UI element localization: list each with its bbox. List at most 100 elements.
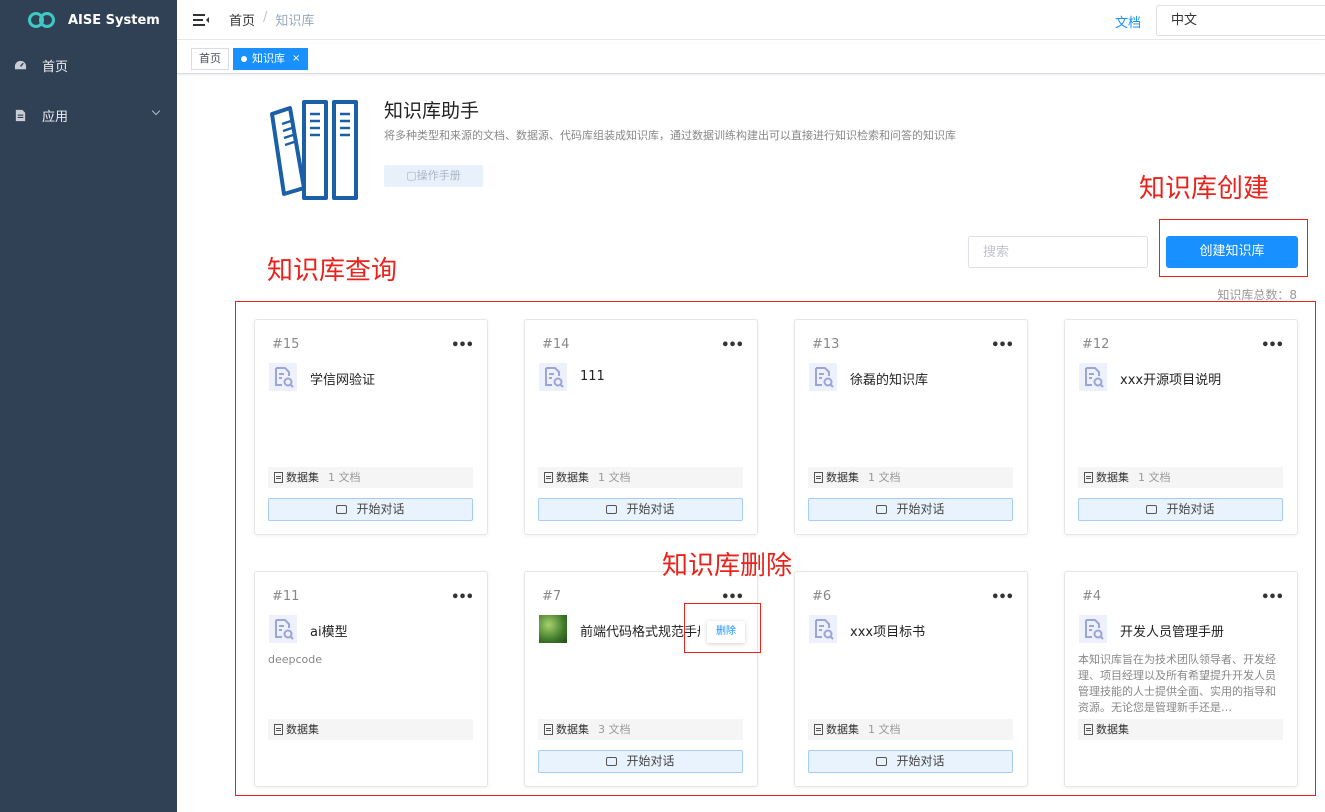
- more-options-icon[interactable]: •••: [1261, 338, 1284, 353]
- document-count: 1 文档: [1138, 471, 1171, 484]
- card-thumbnail: [539, 615, 567, 643]
- chat-label: 开始对话: [626, 754, 675, 768]
- top-navbar: 首页 / 知识库 文档 中文: [177, 0, 1325, 40]
- knowledge-search-icon: [809, 615, 837, 643]
- breadcrumb-home[interactable]: 首页: [229, 10, 255, 29]
- tag-knowledge-base[interactable]: 知识库 ×: [233, 48, 309, 70]
- card-name: 前端代码格式规范手册: [580, 625, 700, 640]
- card-name: xxx开源项目说明: [1120, 373, 1222, 388]
- knowledge-base-card[interactable]: #12 ••• xxx开源项目说明数据集 1 文档开始对话: [1064, 319, 1298, 535]
- card-id: #13: [812, 337, 840, 352]
- card-id: #15: [272, 337, 300, 352]
- start-chat-button[interactable]: 开始对话: [268, 498, 473, 521]
- document-icon: [1084, 472, 1093, 483]
- more-options-icon[interactable]: •••: [991, 338, 1014, 353]
- card-meta: 数据集 1 文档: [808, 719, 1013, 740]
- page-description: 将多种类型和来源的文档、数据源、代码库组装成知识库，通过数据训练构建出可以直接进…: [384, 129, 956, 142]
- document-count: 1 文档: [868, 723, 901, 736]
- app-title: AISE System: [68, 12, 160, 28]
- create-knowledge-base-button[interactable]: 创建知识库: [1166, 236, 1298, 268]
- start-chat-button[interactable]: 开始对话: [538, 498, 743, 521]
- knowledge-base-card[interactable]: #13 ••• 徐磊的知识库数据集 1 文档开始对话: [794, 319, 1028, 535]
- knowledge-search-icon: [1079, 615, 1107, 643]
- card-id: #4: [1082, 589, 1102, 604]
- chat-icon: [876, 757, 888, 766]
- tag-home[interactable]: 首页: [191, 48, 229, 70]
- tag-label: 知识库: [252, 52, 285, 65]
- knowledge-base-card[interactable]: #4 ••• 开发人员管理手册 本知识库旨在为技术团队领导者、开发经理、项目经理以及所…: [1064, 571, 1298, 787]
- chat-label: 开始对话: [896, 754, 945, 768]
- card-id: #11: [272, 589, 300, 604]
- logo-icon: [28, 11, 56, 29]
- meta-label: 数据集: [286, 723, 319, 736]
- chat-icon: [606, 757, 618, 766]
- meta-label: 数据集: [826, 471, 859, 484]
- search-input[interactable]: [968, 236, 1148, 268]
- breadcrumb-separator: /: [263, 10, 268, 25]
- meta-label: 数据集: [286, 471, 319, 484]
- sidebar-item-home[interactable]: 首页: [0, 40, 177, 90]
- knowledge-search-icon: [1079, 363, 1107, 391]
- annotation-delete: 知识库删除: [662, 551, 793, 581]
- start-chat-button[interactable]: 开始对话: [808, 498, 1013, 521]
- chat-icon: [336, 505, 348, 514]
- card-name: ai模型: [310, 625, 348, 640]
- knowledge-search-icon: [809, 363, 837, 391]
- sidebar-item-label: 应用: [42, 109, 69, 125]
- sidebar-item-apps[interactable]: 应用: [0, 90, 177, 140]
- document-count: 1 文档: [868, 471, 901, 484]
- annotation-query: 知识库查询: [267, 256, 398, 286]
- app-logo[interactable]: AISE System: [0, 0, 177, 40]
- start-chat-button[interactable]: 开始对话: [1078, 498, 1283, 521]
- chat-icon: [1146, 505, 1158, 514]
- chat-label: 开始对话: [896, 502, 945, 516]
- start-chat-button[interactable]: 开始对话: [808, 750, 1013, 773]
- breadcrumb-current: 知识库: [275, 14, 315, 29]
- meta-label: 数据集: [556, 471, 589, 484]
- active-dot-icon: [241, 56, 247, 62]
- chevron-down-icon: [151, 106, 161, 116]
- dashboard-icon: [14, 60, 27, 69]
- sidebar: AISE System 首页 应用: [0, 0, 177, 812]
- card-name: 111: [580, 369, 605, 384]
- card-meta: 数据集 1 文档: [268, 467, 473, 488]
- card-name: 徐磊的知识库: [850, 373, 929, 388]
- more-options-icon[interactable]: •••: [991, 590, 1014, 605]
- knowledge-base-card[interactable]: #15 ••• 学信网验证数据集 1 文档 开始对话: [254, 319, 488, 535]
- card-description: deepcode: [268, 653, 323, 666]
- total-count: 知识库总数：8: [1217, 288, 1297, 302]
- knowledge-base-card[interactable]: #6 ••• xxx项目标书 数据集 1 文档 开始对话: [794, 571, 1028, 787]
- more-options-icon[interactable]: •••: [721, 338, 744, 353]
- document-count: 1 文档: [598, 471, 631, 484]
- card-meta: 数据集 3 文档: [538, 719, 743, 740]
- meta-label: 数据集: [826, 723, 859, 736]
- knowledge-base-card[interactable]: #11 ••• ai模型 deepcode 数据集: [254, 571, 488, 787]
- more-options-icon[interactable]: •••: [451, 338, 474, 353]
- document-icon: [274, 472, 283, 483]
- more-options-icon[interactable]: •••: [1261, 590, 1284, 605]
- manual-label: 操作手册: [416, 169, 461, 182]
- card-description: 本知识库旨在为技术团队领导者、开发经理、项目经理以及所有希望提升开发人员管理技能…: [1078, 653, 1276, 714]
- more-options-icon[interactable]: •••: [451, 590, 474, 605]
- chat-label: 开始对话: [626, 502, 675, 516]
- sidebar-item-label: 首页: [42, 59, 69, 75]
- card-id: #7: [542, 589, 562, 604]
- bookshelf-icon: [270, 100, 358, 200]
- language-select[interactable]: 中文: [1156, 5, 1325, 36]
- menu-toggle-icon[interactable]: [193, 13, 209, 26]
- document-icon: [544, 472, 553, 483]
- card-meta: 数据集 1 文档: [538, 467, 743, 488]
- start-chat-button[interactable]: 开始对话: [538, 750, 743, 773]
- close-icon[interactable]: ×: [292, 49, 300, 69]
- knowledge-search-icon: [539, 363, 567, 391]
- knowledge-base-card[interactable]: #14 ••• 111 数据集 1 文档 开始对话: [524, 319, 758, 535]
- knowledge-search-icon: [269, 615, 297, 643]
- tags-view: 首页 知识库 ×: [177, 44, 1325, 74]
- meta-label: 数据集: [1096, 471, 1129, 484]
- card-id: #12: [1082, 337, 1110, 352]
- card-name: 学信网验证: [310, 373, 376, 388]
- meta-label: 数据集: [556, 723, 589, 736]
- docs-link[interactable]: 文档: [1115, 12, 1141, 31]
- document-icon: [1084, 724, 1093, 735]
- manual-button[interactable]: ▢操作手册: [384, 165, 483, 187]
